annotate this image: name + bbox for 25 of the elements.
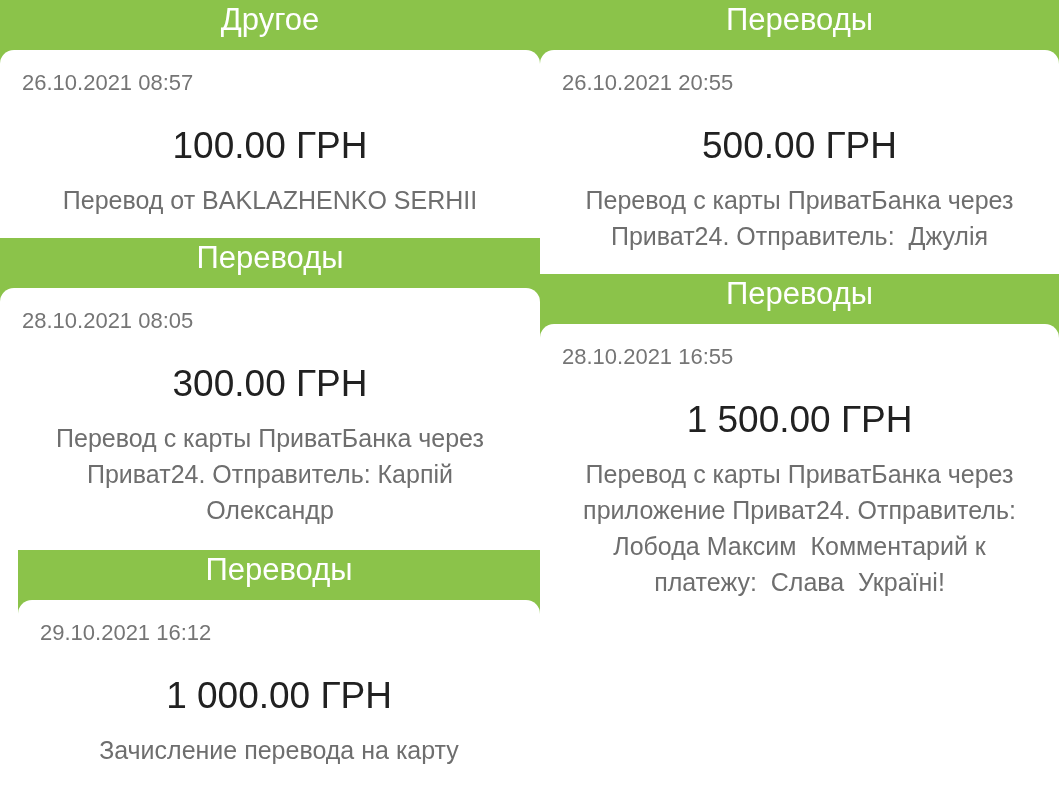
transaction-card[interactable]: 26.10.2021 08:57 100.00 ГРН Перевод от BAKLAZHENKO SERHII: [0, 50, 540, 238]
category-header: Другое: [219, 1, 321, 39]
date-text: 29.10.2021 16:12: [40, 620, 212, 646]
date-text: 28.10.2021 16:55: [562, 344, 734, 370]
date-text: 26.10.2021 08:57: [22, 70, 194, 96]
description-text: Перевод от BAKLAZHENKO SERHII: [62, 185, 478, 216]
transaction-card[interactable]: 29.10.2021 16:12 1 000.00 ГРН Зачисление перевода на карту: [18, 600, 540, 794]
transaction-card[interactable]: 28.10.2021 08:05 300.00 ГРН Перевод с карты ПриватБанка через Приват24. Отправитель: Карпій Олександр: [0, 288, 540, 548]
transaction-card[interactable]: 26.10.2021 20:55 500.00 ГРН Перевод с карты ПриватБанка через Приват24. Отправитель: Джулія: [540, 50, 1059, 274]
amount-text: 300.00 ГРН: [172, 362, 368, 406]
transaction-card[interactable]: 28.10.2021 16:55 1 500.00 ГРН Перевод с карты ПриватБанка через приложение Приват24. Отправитель: Лобода Максим Комментарий к платежу: Слава Україні!: [540, 324, 1059, 794]
date-text: 26.10.2021 20:55: [562, 70, 734, 96]
category-header: Переводы: [724, 275, 875, 313]
category-header: Переводы: [204, 551, 354, 589]
amount-text: 1 000.00 ГРН: [166, 674, 392, 718]
amount-text: 500.00 ГРН: [702, 124, 897, 168]
description-text: Перевод с карты ПриватБанка через Приват24. Отправитель: Джулія: [584, 185, 1015, 252]
category-header: Переводы: [724, 1, 875, 39]
category-header: Переводы: [195, 239, 345, 277]
amount-text: 1 500.00 ГРН: [686, 398, 913, 442]
description-text: Перевод с карты ПриватБанка через Приват24. Отправитель: Карпій Олександр: [55, 423, 485, 526]
date-text: 28.10.2021 08:05: [22, 308, 194, 334]
description-text: Зачисление перевода на карту: [99, 735, 459, 766]
description-text: Перевод с карты ПриватБанка через приложение Приват24. Отправитель: Лобода Максим Комментарий к платежу: Слава Україні!: [582, 459, 1017, 598]
amount-text: 100.00 ГРН: [172, 124, 368, 168]
